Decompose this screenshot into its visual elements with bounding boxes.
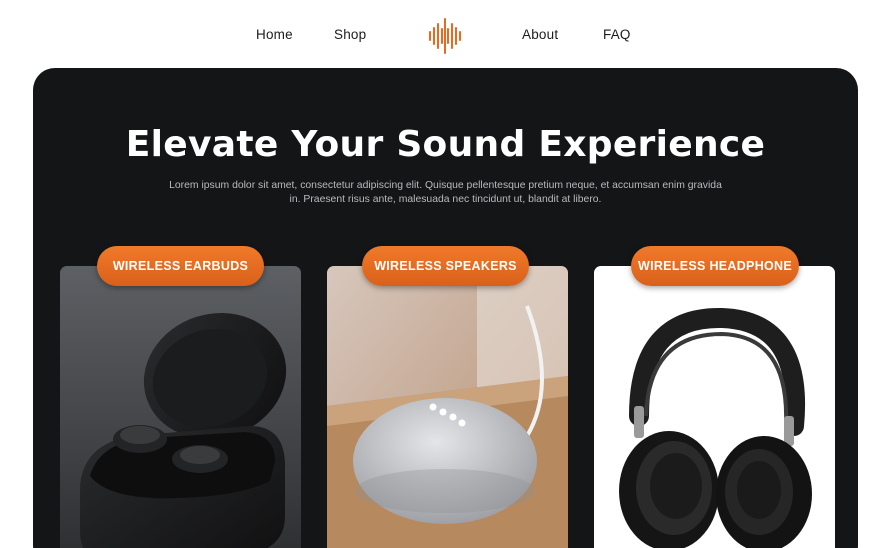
nav-link-about[interactable]: About <box>522 27 558 42</box>
top-navigation: Home Shop About FAQ <box>0 0 888 68</box>
product-card-speakers[interactable] <box>327 266 568 548</box>
smart-speaker-image <box>327 266 568 548</box>
sound-wave-icon[interactable] <box>427 18 463 54</box>
product-card-earbuds[interactable] <box>60 266 301 548</box>
category-button-speakers[interactable]: WIRELESS SPEAKERS <box>362 246 529 286</box>
hero-title: Elevate Your Sound Experience <box>125 124 766 165</box>
product-card-headphones[interactable] <box>594 266 835 548</box>
headphones-image <box>594 266 835 548</box>
hero-description: Lorem ipsum dolor sit amet, consectetur … <box>169 180 722 205</box>
category-button-earbuds[interactable]: WIRELESS EARBUDS <box>97 246 264 286</box>
hero-section: Elevate Your Sound Experience Lorem ipsu… <box>33 68 858 548</box>
nav-link-home[interactable]: Home <box>256 27 293 42</box>
category-button-headphone[interactable]: WIRELESS HEADPHONE <box>631 246 799 286</box>
earbuds-image <box>60 266 301 548</box>
nav-link-faq[interactable]: FAQ <box>603 27 631 42</box>
nav-link-shop[interactable]: Shop <box>334 27 366 42</box>
